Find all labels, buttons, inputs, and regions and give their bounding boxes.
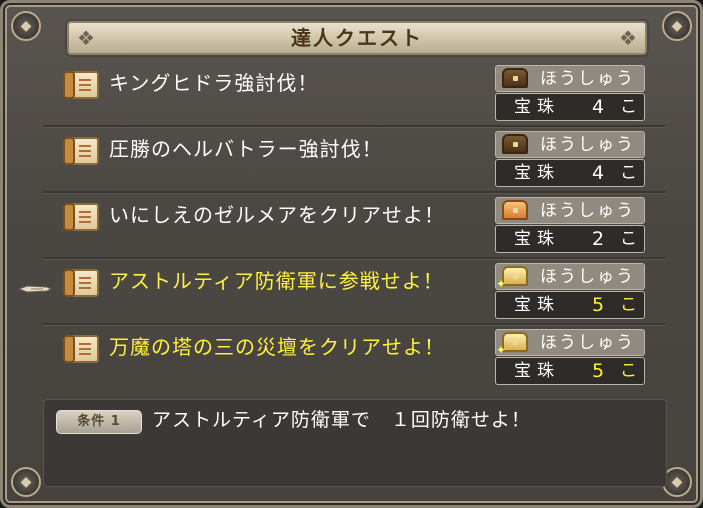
scroll-icon — [63, 203, 99, 231]
quest-row[interactable]: 万魔の塔の三の災壇をクリアせよ！ ✦ ほうしゅう 宝珠 5 こ — [43, 323, 665, 389]
reward-item: 宝珠 — [514, 163, 560, 183]
reward-box: ほうしゅう 宝珠 2 こ — [495, 197, 645, 253]
treasure-chest-icon — [502, 200, 528, 220]
reward-item: 宝珠 — [514, 97, 560, 117]
title-ornament-right-icon: ❖ — [619, 26, 637, 50]
reward-unit: こ — [620, 97, 637, 117]
reward-label: ほうしゅう — [540, 69, 635, 89]
scroll-icon — [63, 269, 99, 297]
quest-row[interactable]: いにしえのゼルメアをクリアせよ！ ほうしゅう 宝珠 2 こ — [43, 191, 665, 259]
reward-box: ✦ ほうしゅう 宝珠 5 こ — [495, 329, 645, 385]
condition-badge: 条件 1 — [56, 410, 142, 434]
reward-value: 宝珠 5 こ — [495, 357, 645, 385]
reward-header: ほうしゅう — [495, 197, 645, 224]
quest-row-selected[interactable]: アストルティア防衛軍に参戦せよ！ ✦ ほうしゅう 宝珠 5 こ — [43, 257, 665, 325]
reward-value: 宝珠 4 こ — [495, 159, 645, 187]
scroll-icon — [63, 335, 99, 363]
treasure-chest-icon — [502, 68, 528, 88]
sparkle-icon: ✦ — [496, 277, 507, 291]
reward-header: ほうしゅう — [495, 65, 645, 92]
reward-item: 宝珠 — [514, 229, 560, 249]
quest-window: ◆ ◆ ◆ ◆ ❖ 達人クエスト ❖ キングヒドラ強討伐！ ほうしゅう 宝珠 4… — [0, 0, 703, 508]
reward-box: ほうしゅう 宝珠 4 こ — [495, 65, 645, 121]
treasure-chest-icon — [502, 134, 528, 154]
condition-text: アストルティア防衛軍で １回防衛せよ！ — [152, 409, 531, 431]
reward-header: ✦ ほうしゅう — [495, 263, 645, 290]
reward-header: ✦ ほうしゅう — [495, 329, 645, 356]
corner-ornament-icon: ◆ — [11, 11, 41, 41]
reward-count: 4 — [592, 96, 605, 118]
reward-box: ✦ ほうしゅう 宝珠 5 こ — [495, 263, 645, 319]
reward-value: 宝珠 2 こ — [495, 225, 645, 253]
reward-item: 宝珠 — [514, 361, 560, 381]
reward-label: ほうしゅう — [540, 201, 635, 221]
reward-count: 5 — [592, 360, 605, 382]
sparkle-icon: ✦ — [496, 343, 507, 357]
scroll-icon — [63, 137, 99, 165]
quest-name: 圧勝のヘルバトラー強討伐！ — [109, 137, 383, 161]
reward-unit: こ — [620, 295, 637, 315]
reward-header: ほうしゅう — [495, 131, 645, 158]
scroll-icon — [63, 71, 99, 99]
reward-count: 5 — [592, 294, 605, 316]
reward-unit: こ — [620, 229, 637, 249]
quest-list: キングヒドラ強討伐！ ほうしゅう 宝珠 4 こ 圧勝のヘルバトラー強討伐！ ほう… — [43, 59, 665, 391]
reward-count: 4 — [592, 162, 605, 184]
reward-label: ほうしゅう — [540, 267, 635, 287]
quest-name: いにしえのゼルメアをクリアせよ！ — [109, 203, 445, 227]
quest-row[interactable]: キングヒドラ強討伐！ ほうしゅう 宝珠 4 こ — [43, 59, 665, 127]
reward-label: ほうしゅう — [540, 135, 635, 155]
pointing-hand-cursor-icon — [17, 285, 53, 293]
reward-unit: こ — [620, 163, 637, 183]
quest-name: キングヒドラ強討伐！ — [109, 71, 319, 95]
corner-ornament-icon: ◆ — [662, 11, 692, 41]
reward-box: ほうしゅう 宝珠 4 こ — [495, 131, 645, 187]
reward-count: 2 — [592, 228, 605, 250]
quest-name: 万魔の塔の三の災壇をクリアせよ！ — [109, 335, 445, 359]
quest-row[interactable]: 圧勝のヘルバトラー強討伐！ ほうしゅう 宝珠 4 こ — [43, 125, 665, 193]
condition-panel: 条件 1 アストルティア防衛軍で １回防衛せよ！ — [43, 399, 667, 487]
reward-unit: こ — [620, 361, 637, 381]
corner-ornament-icon: ◆ — [11, 467, 41, 497]
reward-item: 宝珠 — [514, 295, 560, 315]
quest-name: アストルティア防衛軍に参戦せよ！ — [109, 269, 444, 293]
reward-value: 宝珠 5 こ — [495, 291, 645, 319]
reward-value: 宝珠 4 こ — [495, 93, 645, 121]
reward-label: ほうしゅう — [540, 333, 635, 353]
window-title: 達人クエスト — [291, 26, 423, 50]
title-bar: ❖ 達人クエスト ❖ — [67, 21, 647, 55]
